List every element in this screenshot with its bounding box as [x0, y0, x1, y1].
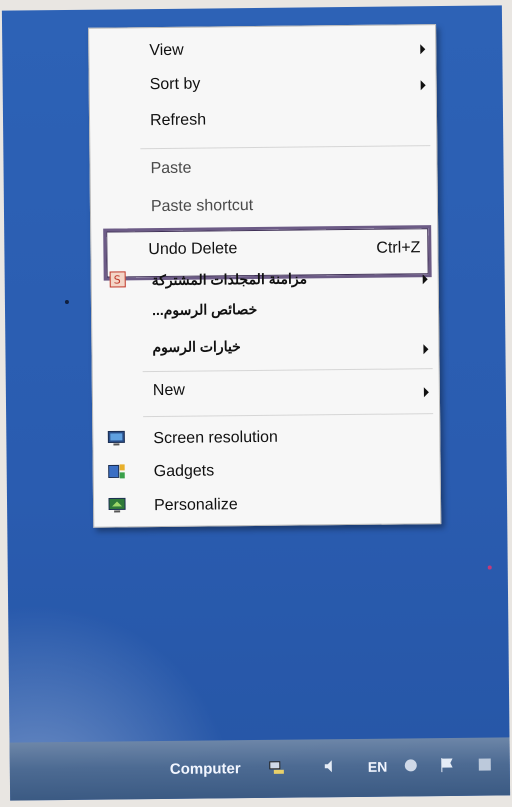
gadgets-icon: [108, 462, 126, 480]
menu-separator: [142, 368, 433, 373]
svg-text:S: S: [114, 273, 121, 286]
menu-item-label: Gadgets: [153, 462, 215, 481]
menu-item-label: View: [149, 41, 184, 60]
menu-item-screen-resolution[interactable]: Screen resolution: [93, 421, 439, 455]
menu-item-label: Screen resolution: [153, 428, 278, 448]
menu-item-paste-shortcut[interactable]: Paste shortcut: [91, 189, 437, 223]
menu-item-sort-by[interactable]: Sort by: [90, 67, 436, 101]
menu-item-label: Paste: [150, 159, 192, 178]
personalize-icon: [108, 496, 126, 514]
menu-item-label: Paste shortcut: [150, 197, 254, 216]
menu-item-label: خصائص الرسوم...: [151, 300, 258, 319]
desktop-context-menu: View Sort by Refresh Paste Paste shortcu…: [88, 24, 442, 528]
menu-item-paste[interactable]: Paste: [90, 151, 436, 185]
menu-item-gadgets[interactable]: Gadgets: [94, 454, 440, 488]
menu-item-label: خيارات الرسوم: [152, 338, 241, 356]
menu-item-personalize[interactable]: Personalize: [94, 488, 440, 522]
desktop-speck: [487, 565, 492, 570]
menu-item-label: Undo Delete: [148, 240, 238, 259]
menu-item-label: New: [152, 381, 185, 400]
menu-item-view[interactable]: View: [89, 33, 435, 67]
menu-item-label: مزامنة المجلدات المشتركة: [151, 270, 308, 289]
menu-item-shortcut: Ctrl+Z: [376, 239, 421, 257]
menu-separator: [140, 145, 431, 150]
submenu-arrow-icon: [423, 387, 429, 398]
monitor-icon: [107, 429, 125, 447]
desktop[interactable]: View Sort by Refresh Paste Paste shortcu…: [1, 5, 511, 801]
menu-item-label: Personalize: [153, 496, 238, 515]
submenu-arrow-icon: [420, 80, 426, 91]
show-desktop-icon[interactable]: [476, 756, 494, 774]
menu-item-new[interactable]: New: [93, 373, 439, 407]
menu-item-label: Sort by: [149, 75, 201, 94]
language-indicator[interactable]: EN: [368, 759, 388, 775]
network-icon[interactable]: [268, 758, 286, 776]
taskbar: Computer EN: [9, 737, 511, 801]
flag-icon[interactable]: [438, 756, 456, 774]
menu-item-sync-shared-folders[interactable]: S مزامنة المجلدات المشتركة: [92, 263, 438, 297]
sync-icon: S: [109, 271, 126, 288]
menu-item-graphics-properties[interactable]: خصائص الرسوم...: [92, 293, 438, 327]
menu-item-graphics-options[interactable]: خيارات الرسوم: [92, 330, 438, 364]
desktop-speck: [64, 299, 69, 304]
menu-item-refresh[interactable]: Refresh: [90, 103, 436, 137]
submenu-arrow-icon: [423, 344, 429, 355]
submenu-arrow-icon: [422, 274, 428, 285]
volume-icon[interactable]: [322, 757, 340, 775]
submenu-arrow-icon: [420, 44, 426, 55]
taskbar-computer-label[interactable]: Computer: [170, 760, 241, 778]
tray-icon[interactable]: [402, 756, 420, 774]
menu-separator: [143, 413, 434, 418]
menu-item-label: Refresh: [149, 111, 207, 130]
